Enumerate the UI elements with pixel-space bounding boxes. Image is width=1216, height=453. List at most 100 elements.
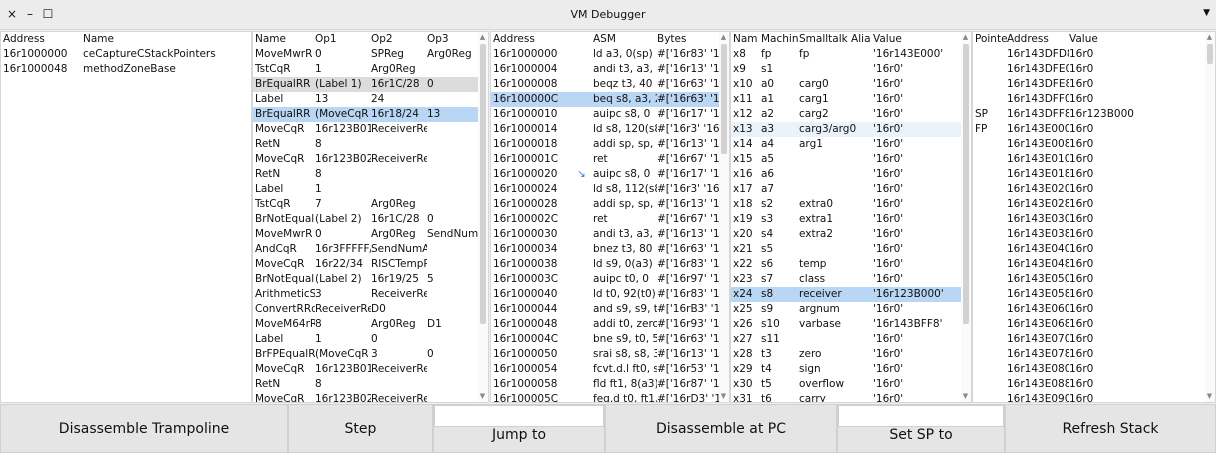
ir-row[interactable]: MoveCqR 16r123B020/ReceiverResı (253, 152, 488, 167)
regs-scroll-thumb[interactable] (963, 44, 969, 324)
stack-row[interactable]: 16r143DFE0 16r0 (973, 62, 1215, 77)
stack-row[interactable]: 16r143E048 16r0 (973, 257, 1215, 272)
refresh-stack-button[interactable]: Refresh Stack (1005, 404, 1216, 453)
regs-row[interactable]: x19 s3 extra1 '16r0' (731, 212, 971, 227)
regs-row[interactable]: x21 s5 '16r0' (731, 242, 971, 257)
regs-scrollbar[interactable]: ▲ ▼ (961, 32, 971, 402)
regs-row[interactable]: x11 a1 carg1 '16r0' (731, 92, 971, 107)
ir-instructions-list[interactable]: Name Op1 Op2 Op3 MoveMwrR 0 SPReg Arg0Reg TstCqR… (252, 31, 489, 403)
ir-row[interactable]: MoveMwrR 0 SPReg Arg0Reg (253, 47, 488, 62)
stack-scrollbar[interactable]: ▲ ▼ (1205, 32, 1215, 402)
disassemble-at-pc-button[interactable]: Disassemble at PC (605, 404, 837, 453)
ir-row[interactable]: RetN 8 (253, 377, 488, 392)
regs-column-header[interactable]: Nam (733, 33, 757, 46)
stack-column-header[interactable]: Address (1007, 33, 1069, 46)
regs-row[interactable]: x22 s6 temp '16r0' (731, 257, 971, 272)
stack-row[interactable]: 16r143DFD8 16r0 (973, 47, 1215, 62)
asm-row[interactable]: 16r100002C ret #['16r67' '16r8 (491, 212, 729, 227)
asm-row[interactable]: 16r1000054 fcvt.d.l ft0, s8#['16r53' '16r… (491, 362, 729, 377)
stack-row[interactable]: 16r143E078 16r0 (973, 347, 1215, 362)
regs-row[interactable]: x25 s9 argnum '16r0' (731, 302, 971, 317)
asm-column-header[interactable]: ASM (593, 33, 657, 46)
asm-column-header[interactable]: Bytes (657, 33, 721, 46)
ir-column-header[interactable]: Op2 (371, 33, 427, 46)
asm-row[interactable]: 16r1000024 ld s8, 112(s8)#['16r3' '16r3C (491, 182, 729, 197)
ir-row[interactable]: Label 1 (253, 182, 488, 197)
stack-row[interactable]: 16r143E038 16r0 (973, 227, 1215, 242)
asm-row[interactable]: 16r1000010 auipc s8, 0 #['16r17' '16rC (491, 107, 729, 122)
regs-row[interactable]: x30 t5 overflow '16r0' (731, 377, 971, 392)
asm-row[interactable]: 16r1000040 ld t0, 92(t0)#['16r83' '16rE (491, 287, 729, 302)
asm-row[interactable]: 16r1000034 bnez t3, 80 #['16r63' '16r1 (491, 242, 729, 257)
asm-row[interactable]: 16r1000018 addi sp, sp, 8#['16r13' '16r1 (491, 137, 729, 152)
ir-row[interactable]: MoveCqR 16r123B010/ReceiverResı (253, 362, 488, 377)
regs-row[interactable]: x13 a3 carg3/arg0 '16r0' (731, 122, 971, 137)
stack-list[interactable]: Pointe Address Value 16r143DFD8 16r0 16r143DF… (972, 31, 1216, 403)
regs-column-header[interactable]: Machine Al (761, 33, 799, 46)
stack-row[interactable]: 16r143DFE8 16r0 (973, 77, 1215, 92)
regs-row[interactable]: x14 a4 arg1 '16r0' (731, 137, 971, 152)
asm-row[interactable]: 16r1000000 ld a3, 0(sp) #['16r83' '16r3 (491, 47, 729, 62)
ir-row[interactable]: Label 1 0 (253, 332, 488, 347)
stack-row[interactable]: 16r143E050 16r0 (973, 272, 1215, 287)
stack-row[interactable]: 16r143E040 16r0 (973, 242, 1215, 257)
set-sp-value-field[interactable] (838, 405, 1004, 427)
asm-row[interactable]: 16r1000028 addi sp, sp, 8#['16r13' '16r1 (491, 197, 729, 212)
ir-scrollbar[interactable]: ▲ ▼ (478, 32, 488, 402)
stack-row[interactable]: 16r143E020 16r0 (973, 182, 1215, 197)
ir-column-header[interactable]: Op1 (315, 33, 371, 46)
ir-column-header[interactable]: Op3 (427, 33, 479, 46)
asm-row[interactable]: 16r1000058 fld ft1, 8(a3)#['16r87' '16rE (491, 377, 729, 392)
asm-row[interactable]: 16r1000038 ld s9, 0(a3) #['16r83' '16rE (491, 257, 729, 272)
ir-row[interactable]: MoveMwrR0 Arg0Reg SendNumAr (253, 227, 488, 242)
scroll-down-arrow-icon[interactable]: ▼ (478, 392, 487, 401)
stack-row[interactable]: 16r143E028 16r0 (973, 197, 1215, 212)
scroll-down-arrow-icon[interactable]: ▼ (1205, 392, 1214, 401)
stack-row[interactable]: 16r143E060 16r0 (973, 302, 1215, 317)
regs-row[interactable]: x10 a0 carg0 '16r0' (731, 77, 971, 92)
asm-scrollbar[interactable]: ▲ ▼ (719, 32, 729, 402)
methods-row[interactable]: 16r1000000 ceCaptureCStackPointers (1, 47, 251, 62)
asm-row[interactable]: 16r100000C beq s8, a3, 20#['16r63' '16rA (491, 92, 729, 107)
ir-row[interactable]: TstCqR 1 Arg0Reg (253, 62, 488, 77)
ir-row[interactable]: BrNotEqualF (Label 2) 16r1C/28 0 (253, 212, 488, 227)
ir-row[interactable]: MoveCqR 16r123B020/ReceiverResı (253, 392, 488, 402)
stack-row[interactable]: 16r143E080 16r0 (973, 362, 1215, 377)
ir-row[interactable]: TstCqR 7 Arg0Reg (253, 197, 488, 212)
asm-row[interactable]: 16r1000004 andi t3, a3, 1#['16r13' '16rF (491, 62, 729, 77)
scroll-up-arrow-icon[interactable]: ▲ (719, 33, 728, 42)
jump-to-address-field[interactable] (434, 405, 604, 427)
stack-row[interactable]: SP 16r143DFF8 16r123B000 (973, 107, 1215, 122)
ir-scroll-thumb[interactable] (480, 44, 486, 324)
asm-row[interactable]: 16r100001C ret #['16r67' '16r8 (491, 152, 729, 167)
stack-column-header[interactable]: Value (1069, 33, 1199, 46)
methods-column-header[interactable]: Name (83, 33, 251, 46)
ir-row[interactable]: ConvertRRdReceiverResıD0 (253, 302, 488, 317)
stack-row[interactable]: 16r143E010 16r0 (973, 152, 1215, 167)
methods-list[interactable]: Address Name 16r1000000 ceCaptureCStackPoin… (0, 31, 252, 403)
regs-row[interactable]: x31 t6 carry '16r0' (731, 392, 971, 402)
step-button[interactable]: Step (288, 404, 433, 453)
regs-row[interactable]: x20 s4 extra2 '16r0' (731, 227, 971, 242)
stack-row[interactable]: 16r143E030 16r0 (973, 212, 1215, 227)
asm-row[interactable]: 16r1000030 andi t3, a3, 7#['16r13' '16rF (491, 227, 729, 242)
stack-row[interactable]: 16r143E090 16r0 (973, 392, 1215, 402)
scroll-down-arrow-icon[interactable]: ▼ (719, 392, 728, 401)
stack-row[interactable]: 16r143E018 16r0 (973, 167, 1215, 182)
asm-row[interactable]: 16r1000044 and s9, s9, t0#['16rB3' '16rF (491, 302, 729, 317)
scroll-up-arrow-icon[interactable]: ▲ (1205, 33, 1214, 42)
registers-list[interactable]: Nam Machine AlSmalltalk AliaValue x8 fp fp '1… (730, 31, 972, 403)
scroll-down-arrow-icon[interactable]: ▼ (961, 392, 970, 401)
regs-row[interactable]: x12 a2 carg2 '16r0' (731, 107, 971, 122)
ir-row[interactable]: Label 13 24 (253, 92, 488, 107)
regs-row[interactable]: x15 a5 '16r0' (731, 152, 971, 167)
asm-scroll-thumb[interactable] (721, 44, 727, 154)
asm-row[interactable]: 16r1000014 ld s8, 120(s8)#['16r3' '16r3C (491, 122, 729, 137)
disassemble-trampoline-button[interactable]: Disassemble Trampoline (0, 404, 288, 453)
regs-row[interactable]: x28 t3 zero '16r0' (731, 347, 971, 362)
methods-row[interactable]: 16r1000048 methodZoneBase (1, 62, 251, 77)
stack-row[interactable]: 16r143E068 16r0 (973, 317, 1215, 332)
ir-row[interactable]: BrNotEqualF (Label 2) 16r19/25 5 (253, 272, 488, 287)
stack-row[interactable]: 16r143E070 16r0 (973, 332, 1215, 347)
stack-row[interactable]: FP 16r143E000 16r0 (973, 122, 1215, 137)
